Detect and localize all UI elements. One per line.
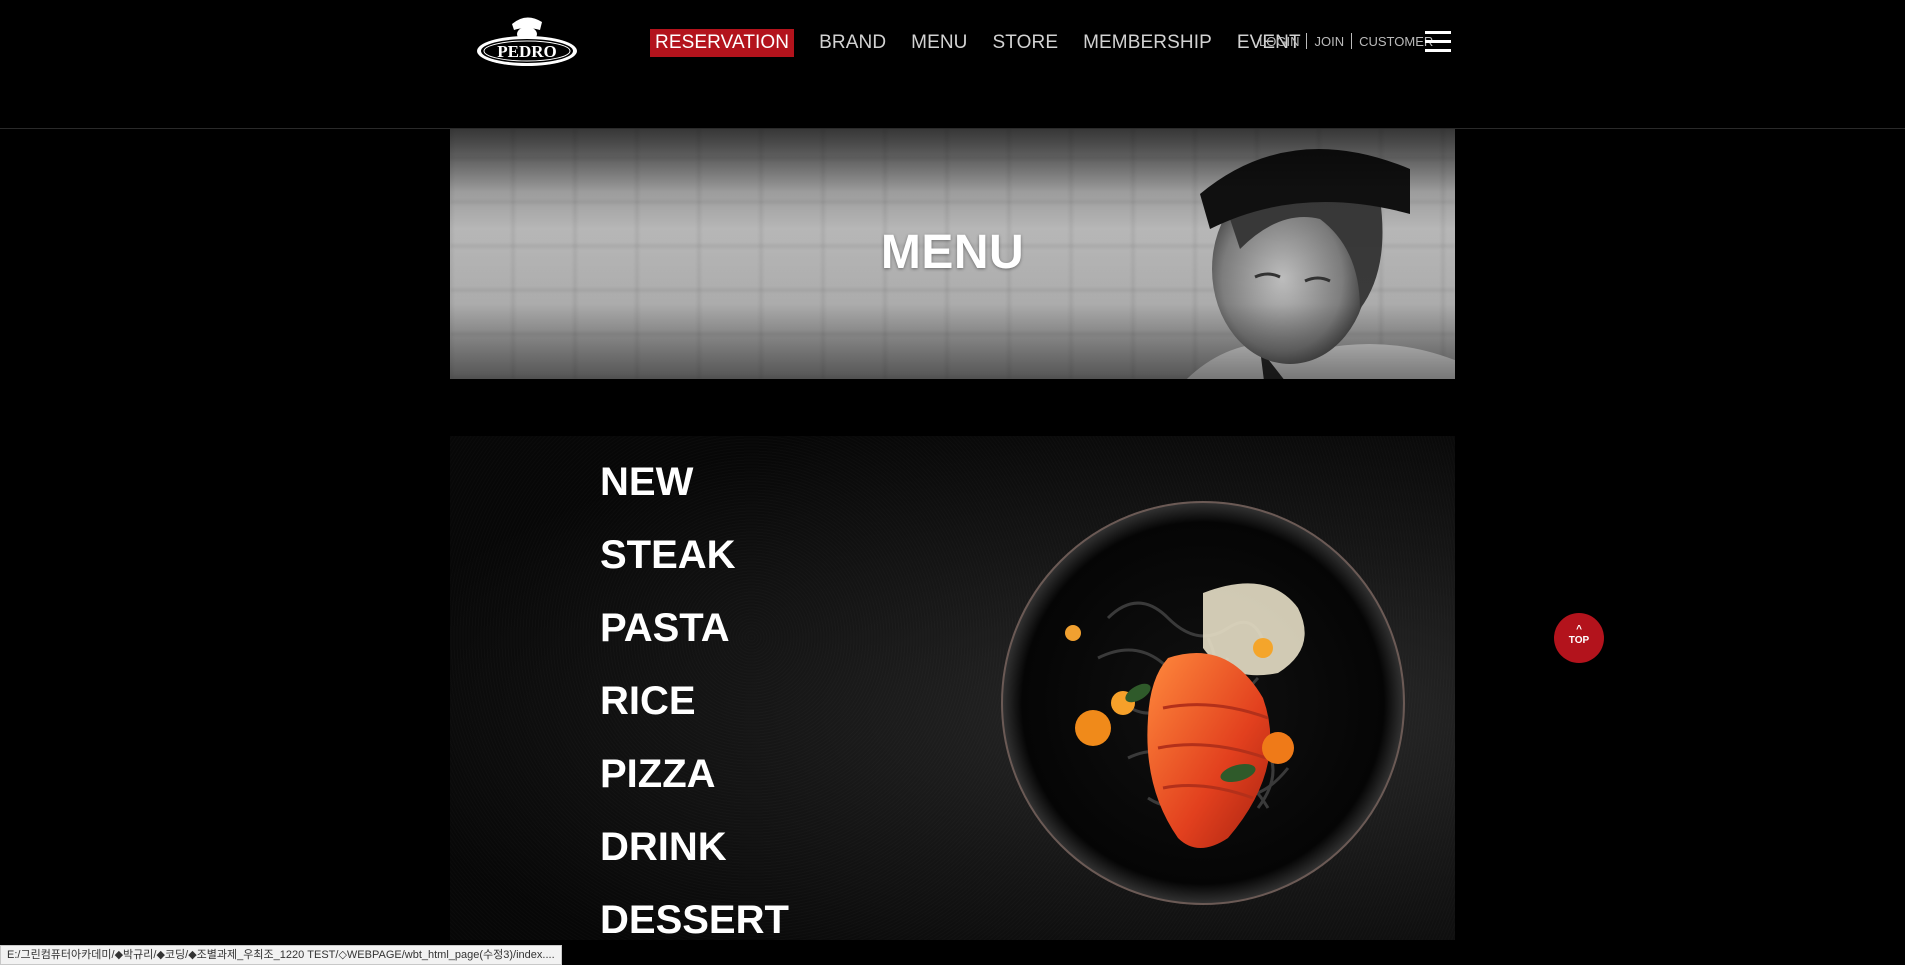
menu-category-steak[interactable]: STEAK: [600, 519, 789, 592]
join-link[interactable]: JOIN: [1314, 34, 1344, 49]
chevron-up-icon: ^: [1576, 624, 1582, 635]
divider: [1306, 33, 1308, 49]
menu-category-pizza[interactable]: PIZZA: [600, 738, 789, 811]
menu-category-rice[interactable]: RICE: [600, 665, 789, 738]
site-header: PEDRO RESERVATION BRAND MENU STORE MEMBE…: [0, 0, 1905, 129]
utility-links: LOGIN JOIN CUSTOMER: [1259, 33, 1433, 49]
dish-image: [1001, 501, 1405, 905]
nav-store[interactable]: STORE: [993, 32, 1059, 54]
menu-category-pasta[interactable]: PASTA: [600, 592, 789, 665]
divider: [1351, 33, 1353, 49]
nav-membership[interactable]: MEMBERSHIP: [1083, 32, 1212, 54]
pedro-logo[interactable]: PEDRO: [474, 10, 579, 68]
main-nav: RESERVATION BRAND MENU STORE MEMBERSHIP …: [650, 27, 1326, 59]
menu-section: NEW STEAK PASTA RICE PIZZA DRINK DESSERT: [450, 436, 1455, 940]
top-button-label: TOP: [1568, 635, 1590, 646]
page-title: MENU: [880, 226, 1025, 279]
nav-menu[interactable]: MENU: [911, 32, 967, 54]
login-link[interactable]: LOGIN: [1259, 34, 1299, 49]
scroll-top-button[interactable]: ^ TOP: [1554, 613, 1604, 663]
menu-category-list: NEW STEAK PASTA RICE PIZZA DRINK DESSERT: [600, 446, 789, 940]
nav-brand[interactable]: BRAND: [819, 32, 886, 54]
customer-link[interactable]: CUSTOMER: [1359, 34, 1433, 49]
menu-category-new[interactable]: NEW: [600, 446, 789, 519]
menu-category-drink[interactable]: DRINK: [600, 811, 789, 884]
hero-banner: MENU: [450, 129, 1455, 379]
nav-reservation[interactable]: RESERVATION: [650, 29, 795, 57]
browser-status-bar: E:/그린컴퓨터아카데미/◆박규리/◆코딩/◆조별과제_우최조_1220 TES…: [0, 945, 562, 965]
logo-text: PEDRO: [497, 42, 557, 61]
hamburger-icon[interactable]: [1425, 31, 1451, 53]
menu-category-dessert[interactable]: DESSERT: [600, 884, 789, 940]
